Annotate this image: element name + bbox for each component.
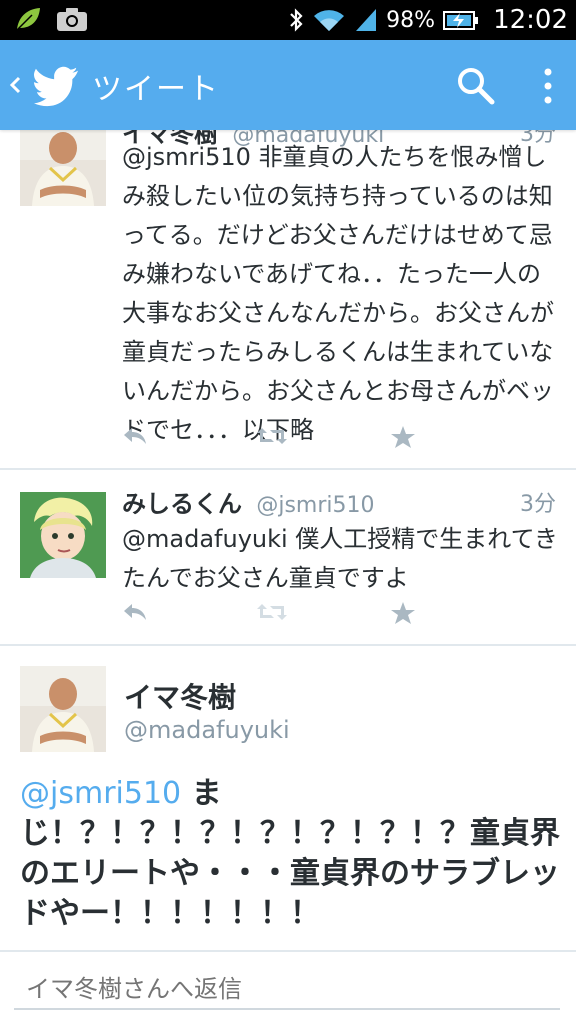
retweet-icon[interactable] <box>256 424 288 448</box>
focused-tweet[interactable]: イマ冬樹 @madafuyuki @jsmri510 まじ！？！？！？！？！？！… <box>0 646 576 950</box>
avatar-image <box>20 492 106 578</box>
battery-percent: 98% <box>386 7 436 33</box>
avatar[interactable] <box>20 130 106 206</box>
tweet-actions <box>122 424 422 454</box>
reply-icon[interactable] <box>122 424 148 448</box>
signal-icon <box>356 9 377 31</box>
search-icon[interactable] <box>456 66 496 106</box>
wifi-icon <box>314 10 345 31</box>
detail-author-name[interactable]: イマ冬樹 <box>124 676 236 716</box>
retweet-icon[interactable] <box>256 600 288 624</box>
tweet-author[interactable]: みしるくん @jsmri510 <box>122 484 375 519</box>
mention-link[interactable]: @jsmri510 <box>122 143 251 171</box>
avatar-image <box>20 666 106 752</box>
tweet-text: @madafuyuki 僕人工授精で生まれてきたんでお父さん童貞ですよ <box>122 520 562 598</box>
avatar-image <box>20 130 106 206</box>
reply-input[interactable] <box>14 970 560 1010</box>
status-bar: 98% 12:02 <box>0 0 576 40</box>
favorite-star-icon[interactable] <box>390 600 416 626</box>
twitter-bird-icon[interactable] <box>34 62 80 108</box>
avatar[interactable] <box>20 666 106 752</box>
reply-bar <box>0 950 576 1026</box>
clock: 12:02 <box>493 5 568 35</box>
mention-link[interactable]: @madafuyuki <box>122 525 288 553</box>
author-name: みしるくん <box>122 490 242 518</box>
conversation-timeline[interactable]: イマ冬樹 @madafuyuki 3分 @jsmri510 非童貞の人たちを恨み… <box>0 130 576 950</box>
detail-tweet-text: @jsmri510 まじ！？！？！？！？！？！？！？童貞界のエリートや・・・童貞… <box>20 774 560 934</box>
mention-link[interactable]: @jsmri510 <box>20 776 181 811</box>
leaf-icon <box>16 8 40 31</box>
page-title: ツイート <box>92 72 220 107</box>
overflow-menu-icon[interactable] <box>534 66 562 106</box>
avatar[interactable] <box>20 492 106 578</box>
author-handle: @jsmri510 <box>256 493 375 518</box>
battery-charging-icon <box>443 11 479 30</box>
tweet-item[interactable]: みしるくん @jsmri510 3分 @madafuyuki 僕人工授精で生まれ… <box>0 470 576 644</box>
back-chevron-icon[interactable] <box>6 68 26 102</box>
bluetooth-icon <box>290 8 303 32</box>
detail-author-handle[interactable]: @madafuyuki <box>124 716 290 744</box>
favorite-star-icon[interactable] <box>390 424 416 450</box>
reply-icon[interactable] <box>122 600 148 624</box>
tweet-time: 3分 <box>520 492 556 517</box>
tweet-actions <box>122 600 422 630</box>
tweet-text: @jsmri510 非童貞の人たちを恨み憎しみ殺したい位の気持ち持っているのは知… <box>122 138 562 450</box>
camera-icon <box>57 8 87 31</box>
tweet-item[interactable]: イマ冬樹 @madafuyuki 3分 @jsmri510 非童貞の人たちを恨み… <box>0 130 576 470</box>
tweet-body: 非童貞の人たちを恨み憎しみ殺したい位の気持ち持っているのは知ってる。だけどお父さ… <box>122 143 554 444</box>
app-bar: ツイート <box>0 40 576 130</box>
